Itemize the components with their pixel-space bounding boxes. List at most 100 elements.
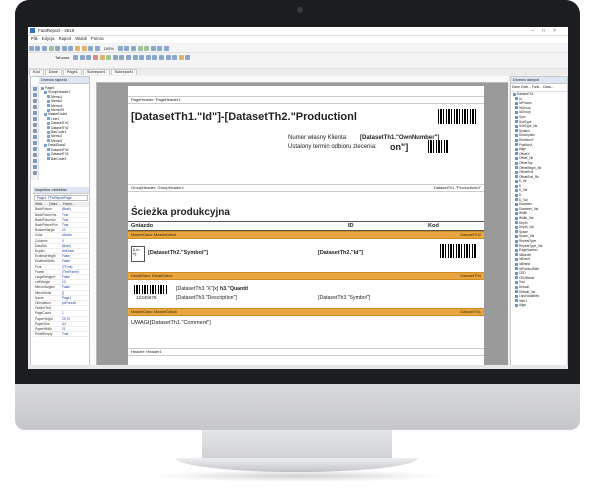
valign-top-icon[interactable] bbox=[139, 54, 145, 60]
richtext-tool-icon[interactable] bbox=[32, 159, 37, 163]
frame-style-icon[interactable] bbox=[185, 54, 191, 60]
property-value[interactable]: True bbox=[62, 213, 68, 217]
inspector-tab-props[interactable]: Właś... bbox=[33, 202, 49, 206]
property-value[interactable]: True bbox=[62, 332, 68, 336]
data-tab-classes[interactable]: Class... bbox=[543, 85, 554, 89]
underline-icon[interactable] bbox=[86, 54, 92, 60]
window-controls[interactable]: –□× bbox=[531, 28, 564, 34]
fill-icon[interactable] bbox=[106, 54, 112, 60]
barcode-detail[interactable] bbox=[134, 285, 168, 294]
property-value[interactable]: False bbox=[62, 259, 70, 263]
owner-number-label[interactable]: Numer własny Klienta: bbox=[288, 135, 348, 141]
text-justify-icon[interactable] bbox=[132, 54, 138, 60]
more-tools-icon[interactable] bbox=[32, 171, 37, 175]
text-right-icon[interactable] bbox=[126, 54, 132, 60]
barcode-header[interactable] bbox=[438, 109, 478, 124]
shape-tool-icon[interactable] bbox=[32, 135, 37, 139]
quantity-field[interactable]: [DatasetTh3."X"]x[ bbox=[176, 286, 218, 292]
col-header-gniazdo[interactable]: Gniazdo bbox=[131, 222, 153, 230]
align-right-icon[interactable] bbox=[131, 45, 136, 51]
preview-icon[interactable] bbox=[48, 45, 54, 51]
band-master-data5[interactable]: MasterData: MasterData5 DatasetTh1 bbox=[128, 308, 484, 316]
hand-tool-icon[interactable] bbox=[32, 93, 37, 97]
data-tab-functions[interactable]: Funk... bbox=[532, 85, 542, 89]
band-master-data1[interactable]: MasterData: MasterData1 DatasetTh2 bbox=[128, 231, 484, 239]
text-tool-icon[interactable] bbox=[32, 105, 37, 109]
data-tab-variables[interactable]: Zmie... bbox=[521, 85, 531, 89]
property-value[interactable]: A4 bbox=[62, 322, 66, 326]
subreport-tool-icon[interactable] bbox=[32, 123, 37, 127]
menu-plik[interactable]: Plik bbox=[31, 36, 38, 41]
cut-icon[interactable] bbox=[55, 45, 61, 51]
tab-dane[interactable]: Dane bbox=[44, 69, 62, 75]
property-value[interactable]: 1 bbox=[62, 311, 64, 315]
menu-pomoc[interactable]: Pomoc bbox=[91, 36, 104, 41]
band-tool-icon[interactable] bbox=[32, 111, 37, 115]
font-select[interactable]: Tahoma bbox=[55, 55, 69, 60]
description-field[interactable]: [DatasetTh3."Description"] bbox=[176, 295, 237, 301]
bold-icon[interactable] bbox=[73, 54, 79, 60]
inspector-tab-favorites[interactable]: Favori... bbox=[63, 202, 75, 206]
highlight-icon[interactable] bbox=[99, 54, 105, 60]
property-value[interactable]: (Brak) bbox=[62, 207, 71, 211]
data-tab-dane[interactable]: Dane bbox=[512, 85, 520, 89]
align-left-icon[interactable] bbox=[117, 45, 123, 51]
col-header-kod[interactable]: Kod bbox=[428, 222, 439, 230]
property-value[interactable]: 29,70 bbox=[62, 317, 70, 321]
comment-field[interactable]: [DatasetTh1."Comment"] bbox=[150, 320, 211, 326]
property-value[interactable]: False bbox=[62, 285, 70, 289]
tab-subreport1[interactable]: Subreport1 bbox=[82, 69, 110, 75]
select-tool-icon[interactable] bbox=[32, 87, 37, 91]
property-value[interactable]: True bbox=[62, 223, 68, 227]
align-center-icon[interactable] bbox=[124, 45, 130, 51]
frame-bottom-icon[interactable] bbox=[165, 54, 171, 60]
design-canvas[interactable]: PageHeader: PageHeader1 [DatasetTh1."Id"… bbox=[90, 76, 508, 365]
property-value[interactable]: Page1 bbox=[62, 296, 71, 300]
ungroup-icon[interactable] bbox=[94, 45, 100, 51]
report-title-expr[interactable]: [DatasetTh1."Id"]-[DatasetTh2."Productio… bbox=[131, 111, 357, 123]
property-value[interactable]: dmNone bbox=[62, 249, 74, 253]
checkbox-tool-icon[interactable] bbox=[32, 153, 37, 157]
property-value[interactable]: 21 bbox=[62, 327, 66, 331]
property-value[interactable]: (Brak) bbox=[62, 244, 71, 248]
italic-icon[interactable] bbox=[79, 54, 85, 60]
save-icon[interactable] bbox=[41, 45, 47, 51]
tab-kod[interactable]: Kod bbox=[29, 69, 44, 75]
property-value[interactable]: 0 bbox=[62, 239, 64, 243]
barcode-term[interactable] bbox=[428, 140, 448, 153]
chart-tool-icon[interactable] bbox=[32, 147, 37, 151]
frame-color-icon[interactable] bbox=[178, 54, 184, 60]
col-header-id[interactable]: ID bbox=[348, 222, 354, 230]
property-value[interactable]: poPortrait bbox=[62, 301, 76, 305]
property-value[interactable]: 10 bbox=[62, 280, 66, 284]
snap-icon[interactable] bbox=[144, 45, 150, 51]
band-header1[interactable]: Header: Header1 bbox=[128, 348, 484, 356]
valign-middle-icon[interactable] bbox=[145, 54, 151, 60]
frame-top-icon[interactable] bbox=[159, 54, 164, 60]
band-page-header[interactable]: PageHeader: PageHeader1 bbox=[128, 96, 484, 104]
menu-edycja[interactable]: Edycja bbox=[42, 36, 55, 41]
property-value[interactable]: (TfrxFrame) bbox=[62, 270, 79, 274]
size-icon[interactable] bbox=[157, 45, 163, 51]
comment-label[interactable]: UWAGI: bbox=[131, 320, 151, 326]
paste-icon[interactable] bbox=[68, 45, 74, 51]
open-icon[interactable] bbox=[35, 45, 41, 51]
property-value[interactable]: False bbox=[62, 254, 70, 258]
text-left-icon[interactable] bbox=[112, 54, 118, 60]
symbol3-field[interactable]: [DatasetTh3."Symbol"] bbox=[318, 295, 370, 301]
spacing-icon[interactable] bbox=[150, 45, 156, 51]
property-value[interactable]: 10 bbox=[62, 228, 66, 232]
group-icon[interactable] bbox=[88, 45, 94, 51]
menu-raport[interactable]: Raport bbox=[59, 36, 72, 41]
line-counter[interactable]: [Lin e] bbox=[131, 246, 145, 262]
barcode-tool-icon[interactable] bbox=[32, 141, 37, 145]
property-value[interactable]: (TFont) bbox=[62, 265, 72, 269]
barcode-master[interactable] bbox=[440, 244, 476, 258]
picture-tool-icon[interactable] bbox=[32, 117, 37, 121]
text-center-icon[interactable] bbox=[119, 54, 125, 60]
band-detail-data1[interactable]: DetailData: DetailData1 DatasetTh3 bbox=[128, 272, 484, 280]
property-value[interactable]: clNone bbox=[62, 233, 72, 237]
property-value[interactable]: True bbox=[62, 218, 68, 222]
grid-icon[interactable] bbox=[137, 45, 143, 51]
property-value[interactable]: False bbox=[62, 275, 70, 279]
